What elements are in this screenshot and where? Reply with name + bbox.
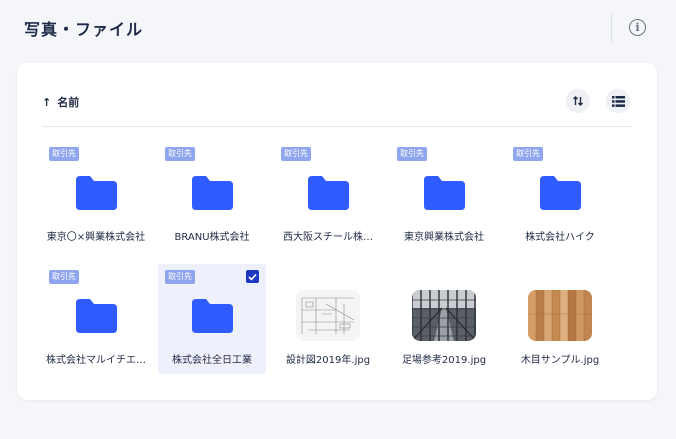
image-thumbnail	[412, 290, 476, 341]
category-badge: 取引先	[165, 147, 195, 161]
category-badge: 取引先	[397, 147, 427, 161]
tile-label: 足場参考2019.jpg	[401, 355, 487, 366]
folder-icon	[76, 176, 117, 210]
folder-icon	[424, 176, 465, 210]
sort-label: 名前	[57, 96, 80, 109]
toolbar: ↑ 名前	[42, 89, 632, 115]
file-tile[interactable]: 木目サンプル.jpg	[506, 264, 614, 374]
file-browser-card: ↑ 名前 取引先 東京〇×興業株式会社 取引先 BRANU株式会社 取引先 西大阪	[17, 63, 657, 400]
folder-icon	[76, 299, 117, 333]
tile-label: 東京〇×興業株式会社	[46, 232, 146, 243]
tile-label: 株式会社ハイク	[525, 232, 595, 243]
folder-icon	[192, 176, 233, 210]
list-view-icon	[611, 95, 625, 107]
file-grid: 取引先 東京〇×興業株式会社 取引先 BRANU株式会社 取引先 西大阪スチール株……	[42, 141, 614, 374]
tile-label: 西大阪スチール株…	[283, 232, 373, 243]
folder-tile[interactable]: 取引先 東京〇×興業株式会社	[42, 141, 150, 251]
wood-grain-thumbnail	[528, 290, 592, 341]
file-tile[interactable]: 足場参考2019.jpg	[390, 264, 498, 374]
folder-tile[interactable]: 取引先 西大阪スチール株…	[274, 141, 382, 251]
blueprint-thumbnail	[296, 290, 360, 341]
info-button[interactable]: i	[629, 19, 646, 36]
folder-tile[interactable]: 取引先 BRANU株式会社	[158, 141, 266, 251]
tile-label: BRANU株式会社	[174, 232, 250, 243]
tile-label: 木目サンプル.jpg	[520, 355, 600, 366]
page-title: 写真・ファイル	[24, 20, 144, 39]
toolbar-divider	[42, 126, 632, 127]
category-badge: 取引先	[513, 147, 543, 161]
category-badge: 取引先	[49, 147, 79, 161]
sort-swap-icon	[573, 96, 583, 106]
category-badge: 取引先	[49, 270, 79, 284]
scaffold-photo-thumbnail	[412, 290, 476, 341]
tile-label: 東京興業株式会社	[404, 232, 484, 243]
category-badge: 取引先	[281, 147, 311, 161]
sort-by-name-toggle[interactable]: ↑ 名前	[42, 94, 79, 110]
header-divider	[611, 14, 612, 42]
sort-order-button[interactable]	[566, 89, 590, 113]
selected-checkbox[interactable]	[246, 270, 259, 283]
info-circle-icon: i	[635, 21, 640, 34]
tile-label: 株式会社マルイチエ…	[46, 355, 146, 366]
folder-tile[interactable]: 取引先 株式会社マルイチエ…	[42, 264, 150, 374]
category-badge: 取引先	[165, 270, 195, 284]
folder-icon	[192, 299, 233, 333]
sort-ascending-icon: ↑	[42, 95, 52, 109]
tile-label: 設計図2019年.jpg	[285, 355, 371, 366]
folder-tile[interactable]: 取引先 株式会社ハイク	[506, 141, 614, 251]
tile-label: 株式会社全日工業	[172, 355, 252, 366]
image-thumbnail	[296, 290, 360, 341]
folder-tile[interactable]: 取引先 株式会社全日工業	[158, 264, 266, 374]
file-tile[interactable]: 設計図2019年.jpg	[274, 264, 382, 374]
list-view-button[interactable]	[606, 89, 630, 113]
folder-tile[interactable]: 取引先 東京興業株式会社	[390, 141, 498, 251]
folder-icon	[308, 176, 349, 210]
check-icon	[248, 273, 257, 281]
image-thumbnail	[528, 290, 592, 341]
folder-icon	[540, 176, 581, 210]
